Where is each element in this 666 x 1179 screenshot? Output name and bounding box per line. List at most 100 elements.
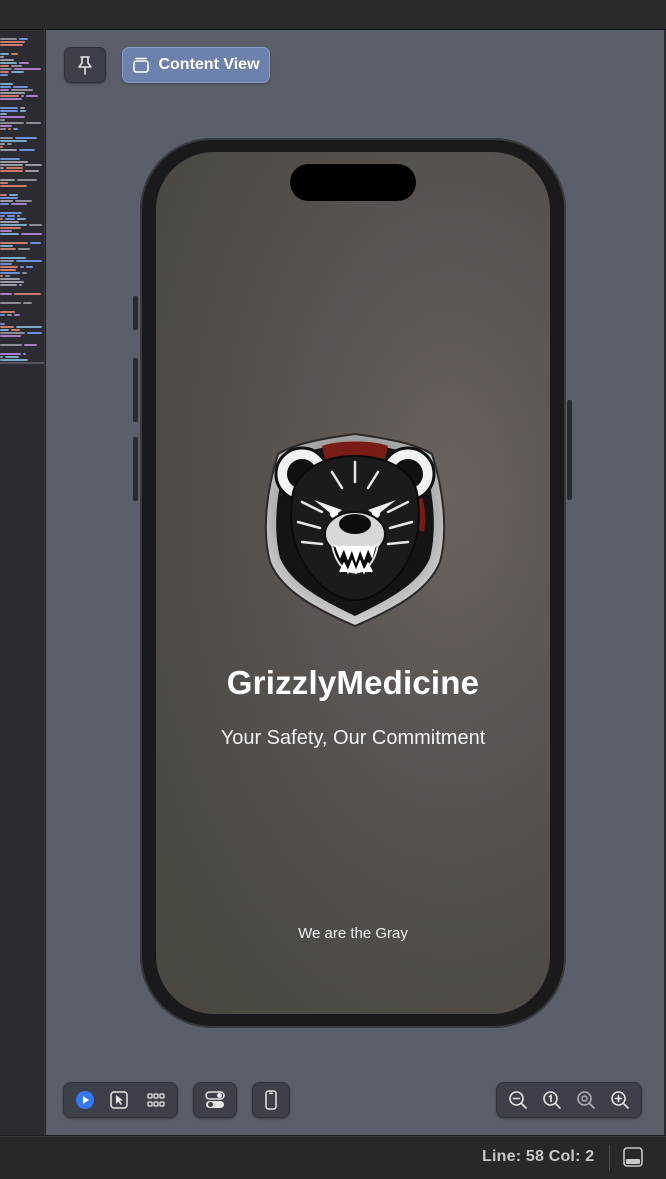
minimap-line xyxy=(0,359,28,361)
minimap-line xyxy=(15,200,32,202)
zoom-out-button[interactable] xyxy=(505,1083,531,1117)
minimap-line xyxy=(0,200,13,202)
zoom-actual-size-button[interactable] xyxy=(539,1083,565,1117)
minimap-line xyxy=(11,71,24,73)
minimap-line xyxy=(0,203,9,205)
minimap-line xyxy=(0,65,9,67)
minimap-line xyxy=(21,233,42,235)
code-minimap[interactable] xyxy=(0,30,45,1135)
minimap-line xyxy=(0,272,20,274)
minimap-line xyxy=(0,245,13,247)
minimap-line xyxy=(16,326,42,328)
minimap-line xyxy=(0,146,3,148)
minimap-line xyxy=(5,356,19,358)
minimap-line xyxy=(0,284,17,286)
minimap-line xyxy=(0,140,27,142)
minimap-line xyxy=(0,179,15,181)
minimap-line xyxy=(0,335,21,337)
app-footer: We are the Gray xyxy=(298,925,408,942)
minimap-line xyxy=(0,260,14,262)
minimap-line xyxy=(15,137,37,139)
minimap-line xyxy=(0,215,5,217)
minimap-line xyxy=(17,179,37,181)
variants-mode-button[interactable] xyxy=(142,1083,170,1117)
minimap-line xyxy=(0,62,17,64)
content-view-button[interactable]: Content View xyxy=(122,47,270,83)
minimap-line xyxy=(11,203,27,205)
minimap-line xyxy=(0,194,7,196)
minimap-line xyxy=(25,164,42,166)
minimap-line xyxy=(0,356,3,358)
zoom-to-fit-button[interactable] xyxy=(573,1083,599,1117)
minimap-line xyxy=(17,218,26,220)
minimap-line xyxy=(0,68,12,70)
zoom-in-button[interactable] xyxy=(607,1083,633,1117)
zoom-in-icon xyxy=(611,1091,629,1109)
status-divider xyxy=(609,1145,610,1171)
power-button xyxy=(567,400,572,500)
minimap-line xyxy=(0,281,24,283)
pin-preview-button[interactable] xyxy=(64,47,106,83)
minimap-line xyxy=(0,170,23,172)
minimap-line xyxy=(6,167,23,169)
zoom-out-icon xyxy=(509,1091,527,1109)
minimap-line xyxy=(8,128,11,130)
minimap-line xyxy=(0,167,4,169)
minimap-line xyxy=(18,248,30,250)
phone-icon xyxy=(265,1090,277,1110)
minimap-line xyxy=(5,275,10,277)
play-circle-icon xyxy=(76,1091,94,1109)
minimap-line xyxy=(0,266,18,268)
minimap-line xyxy=(14,68,41,70)
selectable-mode-button[interactable] xyxy=(106,1083,132,1117)
canvas-settings-button[interactable] xyxy=(193,1082,237,1118)
minimap-line xyxy=(0,158,20,160)
minimap-line xyxy=(0,107,18,109)
minimap-line xyxy=(0,164,23,166)
minimap-line xyxy=(0,95,19,97)
minimap-line xyxy=(0,275,3,277)
minimap-line xyxy=(0,98,22,100)
minimap-line xyxy=(0,227,21,229)
minimap-line xyxy=(0,242,28,244)
minimap-line xyxy=(0,41,25,43)
editor-top-strip xyxy=(0,0,666,30)
minimap-line xyxy=(29,224,42,226)
grid-icon xyxy=(147,1093,165,1107)
minimap-line xyxy=(19,284,22,286)
minimap-line xyxy=(0,113,7,115)
device-settings-button[interactable] xyxy=(252,1082,290,1118)
minimap-line xyxy=(19,62,29,64)
minimap-line xyxy=(20,110,26,112)
minimap-line xyxy=(0,59,14,61)
minimap-line xyxy=(0,293,12,295)
cursor-position[interactable]: Line: 58 Col: 2 xyxy=(482,1148,594,1166)
minimap-line xyxy=(14,293,41,295)
minimap-line xyxy=(0,212,22,214)
minimap-line xyxy=(0,161,28,163)
minimap-line xyxy=(16,260,42,262)
minimap-line xyxy=(22,272,27,274)
zoom-controls xyxy=(496,1082,642,1118)
minimap-line xyxy=(0,332,25,334)
pin-icon xyxy=(78,56,92,75)
minimap-line xyxy=(0,122,24,124)
minimap-line xyxy=(0,263,12,265)
minimap-line xyxy=(0,329,9,331)
minimap-line xyxy=(0,53,9,55)
stacked-window-icon xyxy=(133,57,150,73)
minimap-line xyxy=(11,89,33,91)
editor-status-bar: Line: 58 Col: 2 xyxy=(0,1136,666,1179)
minimap-line xyxy=(26,266,33,268)
minimap-line xyxy=(0,311,15,313)
minimap-divider xyxy=(0,362,44,364)
minimap-line xyxy=(0,56,4,58)
minimap-line xyxy=(17,215,20,217)
minimap-line xyxy=(23,302,32,304)
bear-logo xyxy=(264,432,446,628)
debug-area-icon[interactable] xyxy=(622,1146,644,1168)
minimap-line xyxy=(0,182,8,184)
zoom-to-fit-icon xyxy=(577,1091,595,1109)
minimap-line xyxy=(9,194,18,196)
live-mode-button[interactable] xyxy=(72,1083,98,1117)
